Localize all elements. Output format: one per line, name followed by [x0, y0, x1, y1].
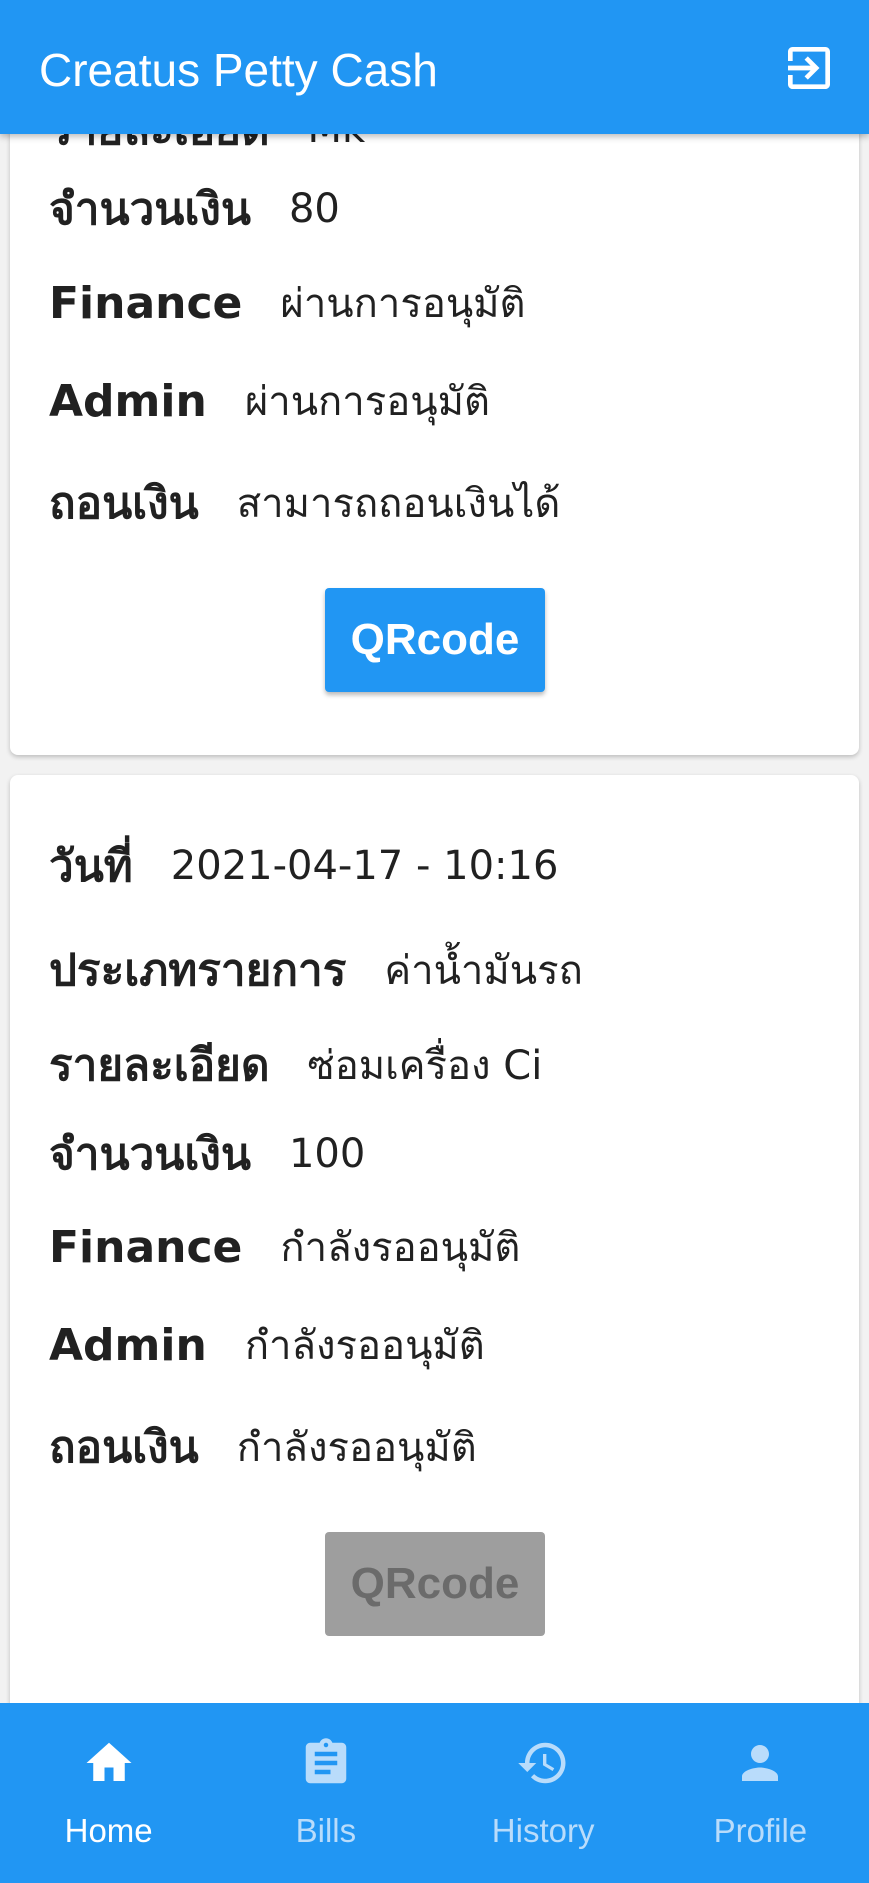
withdraw-row: ถอนเงิน สามารถถอนเงินได้	[49, 468, 560, 538]
withdraw-label: ถอนเงิน	[49, 478, 199, 529]
nav-label-history: History	[491, 1812, 595, 1849]
person-icon	[742, 1745, 779, 1781]
bill-card: รายละเอียด Mk จำนวนเงิน 80 Finance ผ่านก…	[10, 134, 859, 755]
withdraw-row: ถอนเงิน กำลังรออนุมัติ	[49, 1412, 477, 1482]
withdraw-status: สามารถถอนเงินได้	[236, 481, 561, 527]
withdraw-status: กำลังรออนุมัติ	[236, 1425, 477, 1471]
logout-button[interactable]	[779, 40, 839, 96]
app-bar: Creatus Petty Cash	[0, 0, 869, 134]
detail-value: ซ่อมเครื่อง Ci	[307, 1043, 543, 1089]
detail-row: รายละเอียด ซ่อมเครื่อง Ci	[49, 1030, 542, 1100]
date-label: วันที่	[49, 841, 133, 892]
detail-value: Mk	[308, 134, 366, 152]
admin-label: Admin	[49, 1319, 207, 1371]
amount-label: จำนวนเงิน	[49, 1129, 251, 1180]
home-icon	[86, 1742, 132, 1781]
amount-value: 100	[288, 1131, 366, 1177]
admin-status: กำลังรออนุมัติ	[244, 1323, 485, 1369]
date-value: 2021-04-17 - 10:16	[170, 843, 559, 889]
finance-row: Finance กำลังรออนุมัติ	[49, 1212, 520, 1282]
nav-label-home: Home	[64, 1812, 153, 1849]
type-label: ประเภทรายการ	[49, 945, 347, 996]
amount-row: จำนวนเงิน 100	[49, 1119, 365, 1189]
withdraw-label: ถอนเงิน	[49, 1422, 199, 1473]
history-icon	[518, 1742, 566, 1784]
nav-item-bills[interactable]: Bills	[217, 1703, 434, 1883]
amount-value: 80	[288, 186, 340, 232]
clipboard-icon	[305, 1738, 347, 1784]
logout-icon	[788, 47, 830, 89]
detail-row: รายละเอียด Mk	[49, 134, 365, 164]
bill-card: วันที่ 2021-04-17 - 10:16 ประเภทรายการ ค…	[10, 775, 859, 1703]
admin-row: Admin กำลังรออนุมัติ	[49, 1310, 485, 1380]
nav-label-bills: Bills	[295, 1812, 357, 1849]
type-row: ประเภทรายการ ค่าน้ำมันรถ	[49, 935, 583, 1005]
admin-status: ผ่านการอนุมัติ	[244, 379, 490, 425]
app-title: Creatus Petty Cash	[39, 44, 438, 96]
date-row: วันที่ 2021-04-17 - 10:16	[49, 831, 558, 901]
qrcode-button[interactable]: QRcode	[325, 1532, 545, 1636]
nav-item-home[interactable]: Home	[0, 1703, 217, 1883]
finance-label: Finance	[49, 277, 243, 329]
type-value: ค่าน้ำมันรถ	[384, 948, 583, 994]
detail-label: รายละเอียด	[49, 134, 270, 164]
finance-label: Finance	[49, 1221, 243, 1273]
finance-row: Finance ผ่านการอนุมัติ	[49, 268, 526, 338]
bottom-nav: Home Bills History Profile	[0, 1703, 869, 1883]
qrcode-button[interactable]: QRcode	[325, 588, 545, 692]
amount-label: จำนวนเงิน	[49, 184, 251, 235]
amount-row: จำนวนเงิน 80	[49, 174, 340, 244]
bill-list[interactable]: รายละเอียด Mk จำนวนเงิน 80 Finance ผ่านก…	[0, 134, 869, 1703]
nav-label-profile: Profile	[713, 1812, 808, 1849]
admin-label: Admin	[49, 375, 207, 427]
finance-status: ผ่านการอนุมัติ	[280, 281, 526, 327]
nav-item-history[interactable]: History	[435, 1703, 652, 1883]
detail-label: รายละเอียด	[49, 1040, 270, 1091]
nav-item-profile[interactable]: Profile	[652, 1703, 869, 1883]
admin-row: Admin ผ่านการอนุมัติ	[49, 366, 490, 436]
finance-status: กำลังรออนุมัติ	[280, 1225, 521, 1271]
